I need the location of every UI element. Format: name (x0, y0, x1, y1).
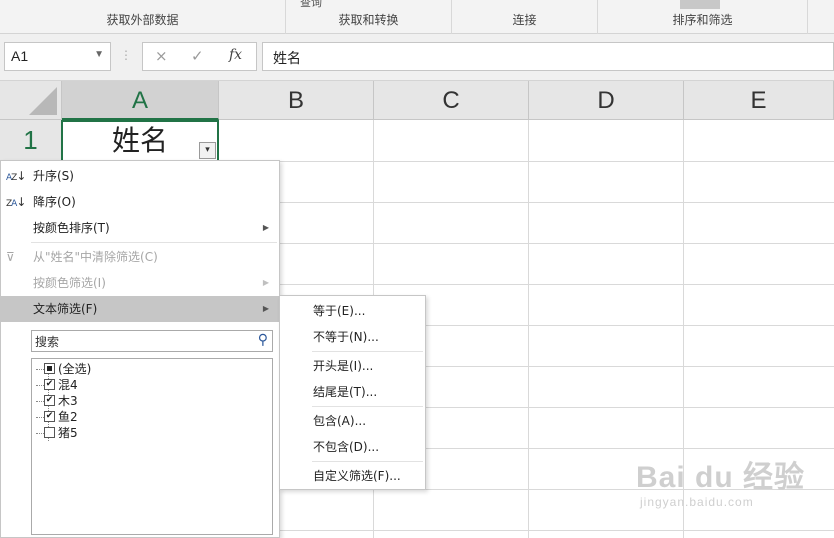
list-item[interactable]: 猪5 (36, 425, 78, 441)
search-icon[interactable]: ⚲ (258, 332, 268, 348)
column-header-e[interactable]: E (684, 81, 834, 120)
ribbon-group-label: 连接 (512, 13, 537, 27)
autofilter-menu: AZ↓ 升序(S) ZA↓ 降序(O) 按颜色排序(T) ▶ ⊽ 从"姓名"中清… (0, 160, 280, 538)
menu-item-label: 从"姓名"中清除筛选(C) (33, 250, 158, 264)
cell-a1[interactable]: 姓名 (61, 120, 219, 162)
menu-item-sort-by-color[interactable]: 按颜色排序(T) ▶ (1, 215, 279, 241)
search-placeholder: 搜索 (35, 335, 60, 349)
checkbox[interactable]: ✔ (44, 379, 55, 390)
formula-buttons: × ✓ fx (142, 42, 257, 71)
list-item-label: 猪5 (58, 426, 78, 440)
formula-input[interactable]: 姓名 (262, 42, 834, 71)
submenu-item-custom-filter[interactable]: 自定义筛选(F)... (280, 463, 425, 489)
formula-bar-grip: ⋮ (120, 48, 132, 62)
enter-icon[interactable]: ✓ (191, 47, 204, 65)
watermark-url: jingyan.baidu.com (640, 495, 754, 509)
submenu-item-begins-with[interactable]: 开头是(I)... (280, 353, 425, 379)
tree-connector (36, 433, 44, 434)
tree-connector (36, 417, 44, 418)
menu-item-sort-ascending[interactable]: AZ↓ 升序(S) (1, 163, 279, 189)
filter-value-list: (全选) ✔ 混4 ✔ 木3 ✔ 鱼2 猪5 (31, 358, 273, 535)
sort-descending-icon: ZA↓ (6, 195, 26, 209)
insert-function-icon[interactable]: fx (229, 47, 242, 63)
tree-connector (36, 385, 44, 386)
menu-item-clear-filter[interactable]: ⊽ 从"姓名"中清除筛选(C) (1, 244, 279, 270)
checkbox[interactable] (44, 427, 55, 438)
formula-content: 姓名 (273, 51, 301, 67)
cancel-icon[interactable]: × (155, 47, 168, 65)
list-item-select-all[interactable]: (全选) (36, 361, 92, 377)
chevron-down-icon[interactable]: ▼ (94, 49, 104, 60)
row-header-1[interactable]: 1 (0, 120, 62, 161)
clear-filter-icon: ⊽ (6, 250, 15, 264)
menu-separator (312, 351, 423, 352)
watermark: Bai du 经验 jingyan.baidu.com (636, 452, 806, 509)
ribbon-group-label: 排序和筛选 (672, 13, 733, 27)
menu-separator (312, 406, 423, 407)
menu-item-label: 升序(S) (33, 169, 74, 183)
menu-item-filter-by-color[interactable]: 按颜色筛选(I) ▶ (1, 270, 279, 296)
column-header-d[interactable]: D (529, 81, 684, 120)
submenu-item-not-equals[interactable]: 不等于(N)... (280, 324, 425, 350)
ribbon-group-sort-filter: 排序和筛选 (598, 0, 808, 34)
menu-item-label: 降序(O) (33, 195, 76, 209)
list-item[interactable]: ✔ 木3 (36, 393, 78, 409)
list-item-label: 木3 (58, 394, 78, 408)
menu-item-label: 按颜色排序(T) (33, 221, 110, 235)
tree-connector (36, 369, 44, 370)
ribbon-group-external-data: 获取外部数据 (0, 0, 286, 34)
submenu-arrow-icon: ▶ (262, 304, 269, 313)
tree-connector (36, 401, 44, 402)
text-filter-submenu: 等于(E)... 不等于(N)... 开头是(I)... 结尾是(T)... 包… (279, 295, 426, 490)
submenu-item-equals[interactable]: 等于(E)... (280, 298, 425, 324)
checkbox[interactable]: ✔ (44, 395, 55, 406)
column-header-a[interactable]: A (62, 81, 219, 120)
name-box[interactable]: A1 ▼ (4, 42, 111, 71)
submenu-arrow-icon: ▶ (262, 223, 269, 232)
sort-ascending-icon: AZ↓ (6, 169, 26, 183)
menu-item-text-filters[interactable]: 文本筛选(F) ▶ (1, 296, 279, 322)
ribbon-group-label: 获取和转换 (338, 13, 399, 27)
submenu-item-ends-with[interactable]: 结尾是(T)... (280, 379, 425, 405)
formula-bar: A1 ▼ ⋮ × ✓ fx 姓名 (0, 34, 834, 81)
checkbox[interactable] (44, 363, 55, 374)
list-item[interactable]: ✔ 混4 (36, 377, 78, 393)
filter-search-input[interactable]: 搜索 ⚲ (31, 330, 273, 352)
column-header-b[interactable]: B (219, 81, 374, 120)
submenu-item-contains[interactable]: 包含(A)... (280, 408, 425, 434)
ribbon-group-connections: 连接 (452, 0, 598, 34)
select-all-corner[interactable] (0, 81, 62, 120)
ribbon-group-label: 获取外部数据 (106, 13, 179, 27)
menu-item-label: 按颜色筛选(I) (33, 276, 106, 290)
submenu-arrow-icon: ▶ (262, 278, 269, 287)
list-item[interactable]: ✔ 鱼2 (36, 409, 78, 425)
filter-dropdown-icon[interactable]: ▾ (199, 142, 216, 159)
name-box-value: A1 (11, 48, 29, 64)
menu-item-label: 文本筛选(F) (33, 302, 98, 316)
menu-item-sort-descending[interactable]: ZA↓ 降序(O) (1, 189, 279, 215)
checkbox[interactable]: ✔ (44, 411, 55, 422)
list-item-label: 鱼2 (58, 410, 78, 424)
list-item-label: (全选) (58, 362, 92, 376)
menu-separator (31, 242, 277, 243)
menu-separator (312, 461, 423, 462)
ribbon-group-get-transform: 获取和转换 (286, 0, 452, 34)
list-item-label: 混4 (58, 378, 78, 392)
column-header-c[interactable]: C (374, 81, 529, 120)
ribbon: 查询 获取外部数据 获取和转换 连接 排序和筛选 (0, 0, 834, 34)
watermark-brand: Bai du 经验 (636, 461, 806, 494)
submenu-item-not-contains[interactable]: 不包含(D)... (280, 434, 425, 460)
gridline (528, 120, 529, 538)
